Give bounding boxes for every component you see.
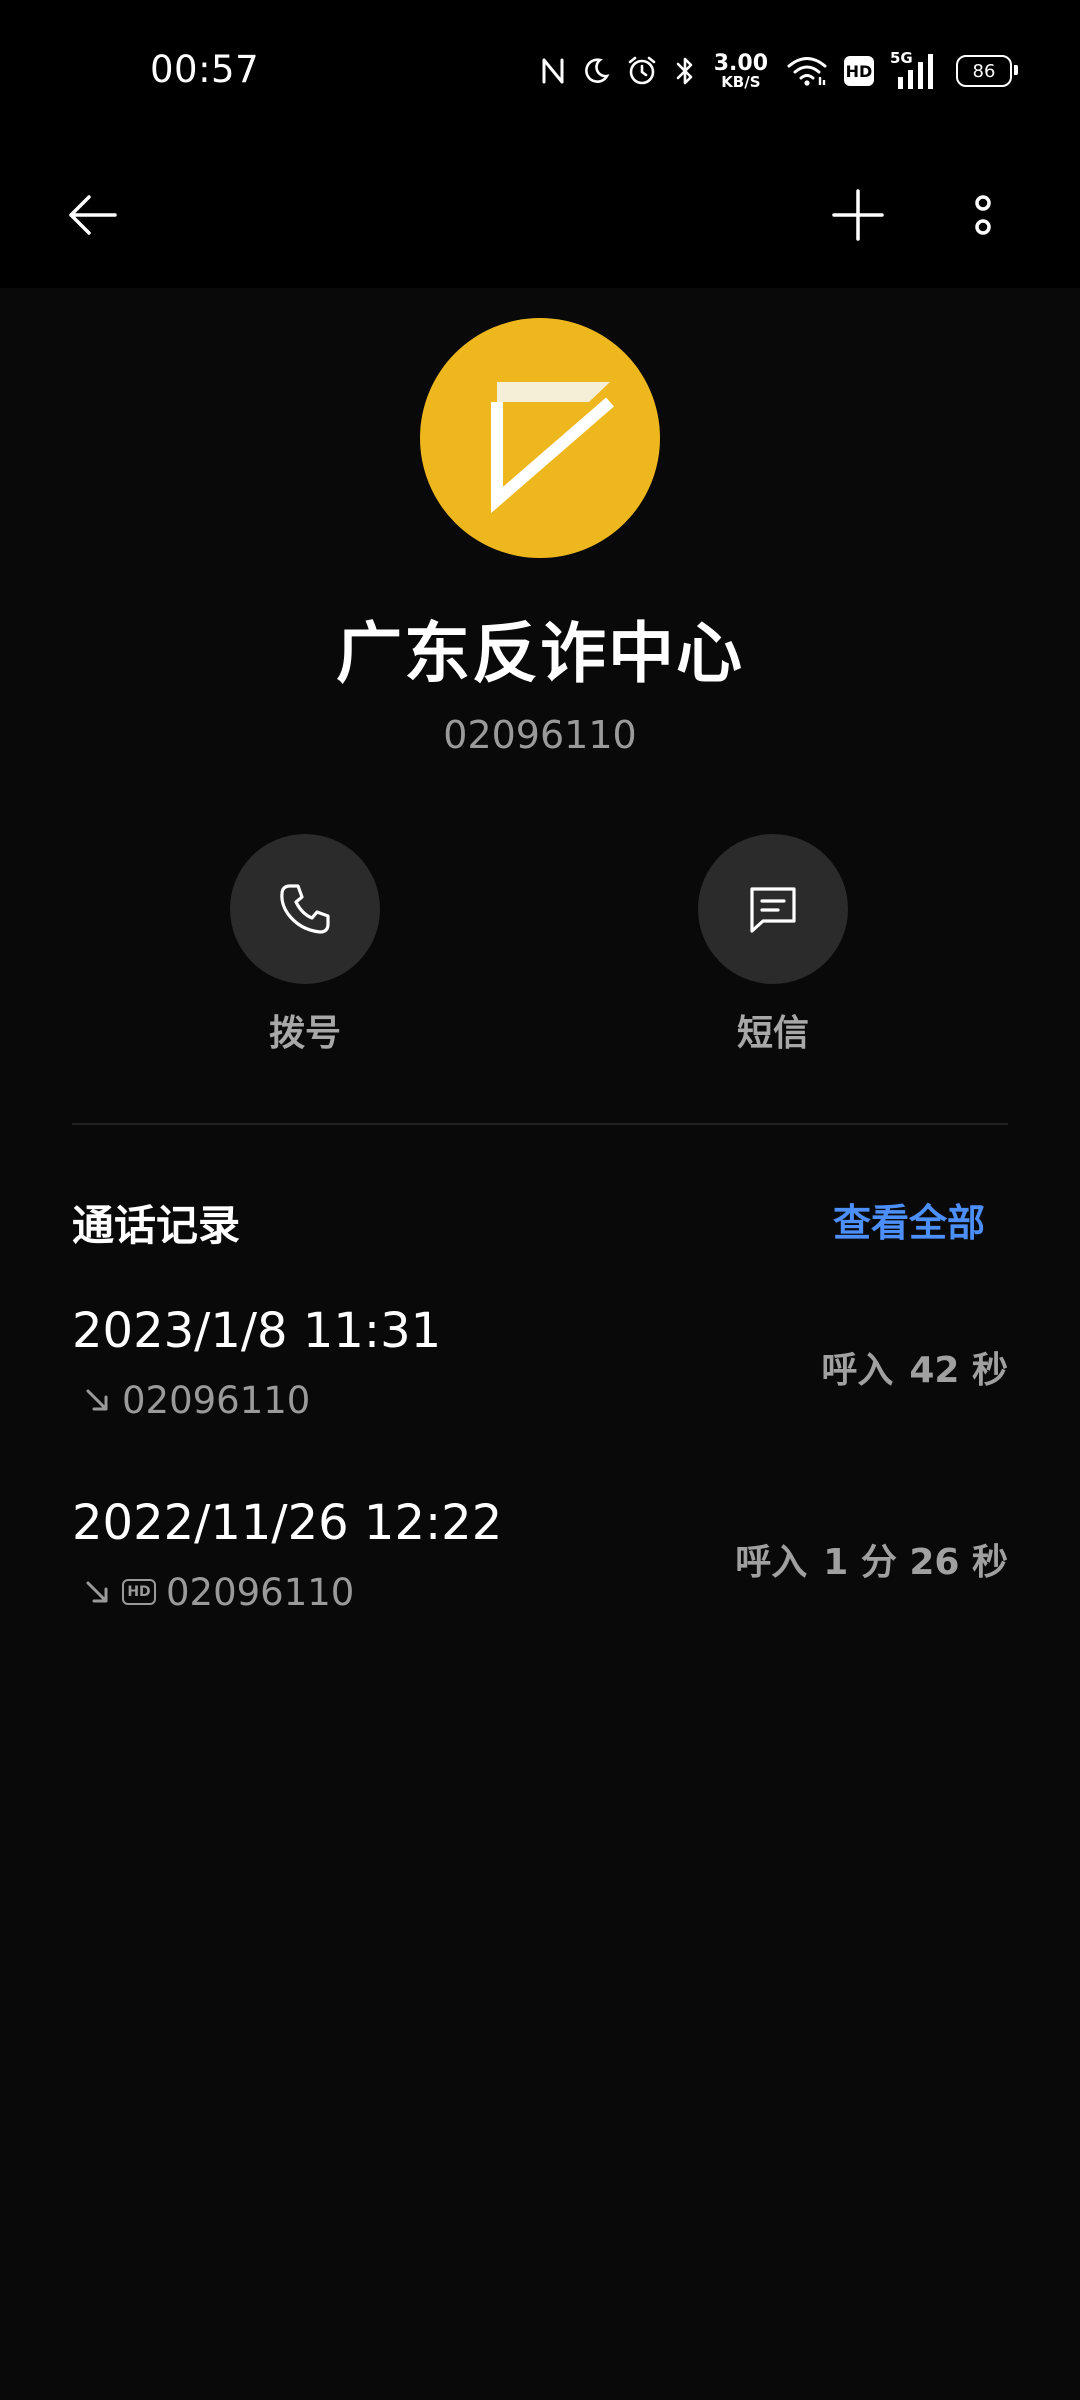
app-bar xyxy=(0,140,1080,288)
call-meta: 呼入 42 秒 xyxy=(821,1341,1008,1393)
sms-label: 短信 xyxy=(736,1013,809,1054)
call-log-item[interactable]: 2023/1/8 11:31 02096110 呼入 42 秒 xyxy=(72,1295,1008,1455)
sms-button[interactable] xyxy=(698,834,848,984)
plus-icon xyxy=(832,189,884,241)
network-speed: 3.00 KB/S xyxy=(713,50,768,91)
call-number: 02096110 xyxy=(122,1378,311,1422)
arrow-left-icon xyxy=(69,195,117,235)
call-details: 02096110 xyxy=(82,1375,310,1425)
dial-action[interactable]: 拨号 xyxy=(205,834,405,1056)
more-options-button[interactable] xyxy=(938,170,1028,260)
call-type: 呼入 xyxy=(735,1542,808,1583)
sms-action[interactable]: 短信 xyxy=(673,834,873,1056)
call-duration: 1 分 26 秒 xyxy=(823,1542,1008,1583)
contact-number[interactable]: 02096110 xyxy=(0,713,1080,757)
back-button[interactable] xyxy=(48,170,138,260)
status-bar: 00:57 3.00 KB/S HD 5G 86 xyxy=(0,0,1080,140)
incoming-call-arrow-icon xyxy=(86,1389,108,1411)
network-speed-unit: KB/S xyxy=(721,72,761,91)
section-divider xyxy=(72,1123,1008,1125)
nfc-icon xyxy=(542,58,564,84)
anti-fraud-logo-icon xyxy=(491,382,614,514)
dial-button[interactable] xyxy=(230,834,380,984)
hd-call-badge: HD xyxy=(122,1579,156,1605)
network-speed-value: 3.00 xyxy=(713,50,768,76)
hd-voice-badge: HD xyxy=(844,56,874,86)
signal-icon xyxy=(898,54,933,89)
incoming-call-arrow-icon xyxy=(86,1581,108,1603)
call-log-item[interactable]: 2022/11/26 12:22 HD 02096110 呼入 1 分 26 秒 xyxy=(72,1487,1008,1647)
phone-icon xyxy=(280,884,330,934)
bluetooth-icon xyxy=(676,57,693,85)
view-all-link[interactable]: 查看全部 xyxy=(833,1192,985,1247)
call-duration: 42 秒 xyxy=(909,1350,1008,1391)
contact-detail-screen: 00:57 3.00 KB/S HD 5G 86 广东反诈中心 02096110… xyxy=(0,0,1080,2400)
contact-name: 广东反诈中心 xyxy=(336,615,744,692)
call-datetime: 2022/11/26 12:22 xyxy=(72,1495,503,1551)
status-time: 00:57 xyxy=(150,48,260,91)
message-icon xyxy=(750,887,796,933)
alarm-icon xyxy=(628,56,656,85)
contact-avatar xyxy=(420,318,660,558)
add-contact-button[interactable] xyxy=(813,170,903,260)
dial-label: 拨号 xyxy=(268,1013,341,1054)
status-icons: 3.00 KB/S HD 5G 86 xyxy=(540,48,1018,94)
battery-indicator: 86 xyxy=(956,55,1018,87)
call-log-title: 通话记录 xyxy=(72,1201,241,1250)
call-meta: 呼入 1 分 26 秒 xyxy=(735,1533,1008,1585)
wifi-icon xyxy=(787,57,827,86)
call-type: 呼入 xyxy=(821,1350,894,1391)
cellular-signal: 5G xyxy=(890,49,936,91)
call-number: 02096110 xyxy=(166,1570,355,1614)
moon-icon xyxy=(584,58,610,83)
more-vertical-icon xyxy=(975,195,991,235)
call-details: HD 02096110 xyxy=(82,1567,354,1617)
call-datetime: 2023/1/8 11:31 xyxy=(72,1303,442,1359)
